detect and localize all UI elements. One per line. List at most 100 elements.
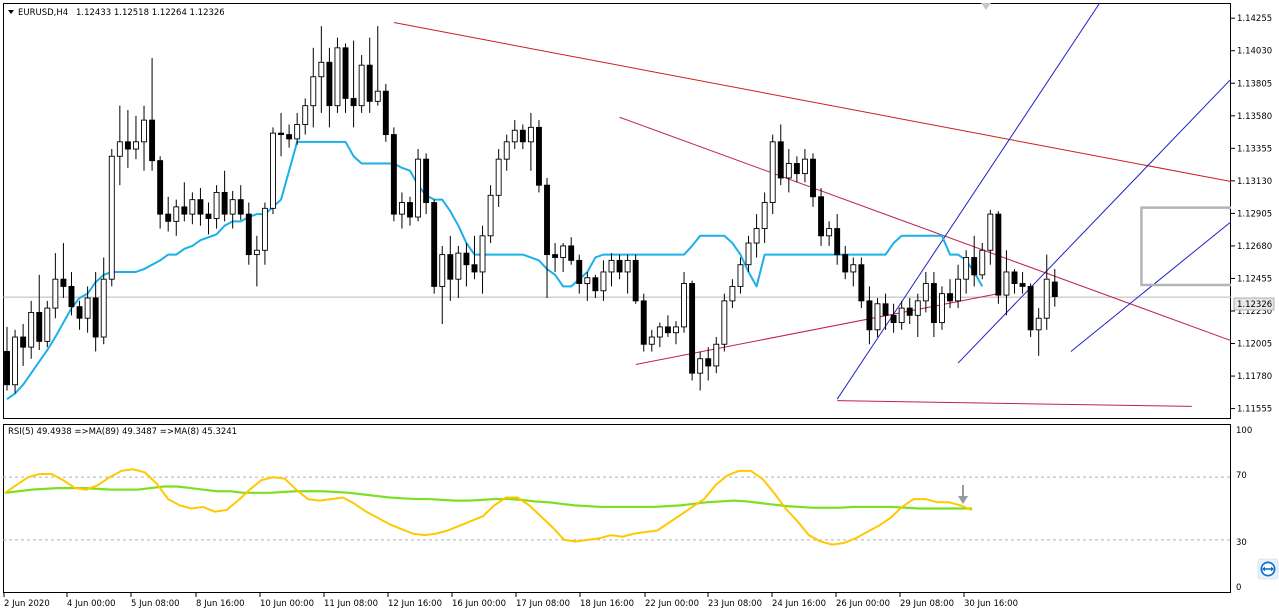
candle-body-bull bbox=[173, 206, 180, 222]
candle-body-bull bbox=[261, 207, 268, 251]
candle bbox=[44, 300, 51, 348]
candle-body-bear bbox=[447, 254, 454, 280]
candle-body-bear bbox=[390, 134, 397, 215]
price-tick-label: 1.12455 bbox=[1237, 274, 1272, 284]
price-tick-label: 1.13580 bbox=[1237, 112, 1272, 122]
candle-body-bear bbox=[777, 141, 784, 179]
candle-body-bull bbox=[745, 242, 752, 266]
chart-symbol: EURUSD,H4 bbox=[18, 8, 68, 18]
candle bbox=[769, 134, 776, 215]
candle-body-bear bbox=[1019, 283, 1026, 287]
candle-body-bear bbox=[930, 283, 937, 324]
candle-body-bull bbox=[801, 158, 808, 175]
candle-body-bear bbox=[842, 254, 849, 273]
candle bbox=[995, 211, 1002, 304]
candle-body-bull bbox=[358, 64, 365, 107]
candle-body-bull bbox=[253, 249, 260, 256]
candle-body-bear bbox=[947, 293, 953, 302]
rsi-axis-label: 70 bbox=[1236, 471, 1247, 481]
candle-body-bear bbox=[197, 199, 204, 215]
candle-body-bull bbox=[656, 326, 663, 338]
candle-body-bull bbox=[584, 277, 591, 284]
candle-body-bull bbox=[527, 126, 534, 143]
candle bbox=[689, 280, 696, 381]
candle-body-bear bbox=[995, 213, 1002, 296]
candle-body-bear bbox=[616, 259, 623, 273]
candle bbox=[1027, 283, 1034, 338]
time-tick-label: 24 Jun 16:00 bbox=[772, 599, 826, 609]
candle bbox=[390, 127, 397, 222]
price-tick-label: 1.14030 bbox=[1237, 47, 1272, 57]
candle-body-bear bbox=[632, 259, 639, 302]
candle-body-bull bbox=[415, 158, 422, 218]
candle-body-bull bbox=[963, 257, 970, 280]
candle-body-bull bbox=[624, 259, 631, 273]
time-tick-label: 16 Jun 00:00 bbox=[452, 599, 506, 609]
candle-body-bull bbox=[44, 307, 51, 342]
candle-body-bear bbox=[149, 119, 156, 162]
time-tick-label: 18 Jun 16:00 bbox=[580, 599, 634, 609]
candle bbox=[382, 83, 389, 142]
candle-body-bull bbox=[141, 119, 147, 143]
candle-body-bull bbox=[213, 191, 220, 219]
candle-body-bull bbox=[737, 264, 744, 287]
price-tick-label: 1.11780 bbox=[1237, 372, 1272, 382]
candle-body-bear bbox=[890, 314, 897, 324]
candle-body-bear bbox=[278, 132, 284, 136]
candle-body-bull bbox=[1003, 271, 1010, 296]
price-tick-label: 1.13130 bbox=[1237, 177, 1272, 187]
time-tick-label: 8 Jun 16:00 bbox=[196, 599, 245, 609]
price-tick-label: 1.12905 bbox=[1237, 209, 1272, 219]
current-price-label: 1.12326 bbox=[1237, 300, 1272, 310]
candle-body-bear bbox=[286, 134, 293, 140]
candle bbox=[415, 149, 422, 222]
candle-body-bull bbox=[12, 336, 19, 386]
candle-body-bear bbox=[519, 129, 526, 143]
candle-body-bull bbox=[979, 249, 986, 276]
candle-body-bear bbox=[544, 184, 550, 256]
candle-body-bull bbox=[721, 300, 728, 345]
chart-header[interactable]: EURUSD,H4 1.12433 1.12518 1.12264 1.1232… bbox=[8, 8, 225, 18]
time-tick-label: 2 Jun 2020 bbox=[4, 599, 50, 609]
candle-body-bull bbox=[374, 90, 381, 102]
candle-body-bull bbox=[769, 141, 776, 203]
time-tick-label: 30 Jun 16:00 bbox=[964, 599, 1018, 609]
candle-body-bear bbox=[1027, 285, 1034, 331]
candle-body-bear bbox=[834, 228, 841, 256]
candle-body-bear bbox=[793, 163, 800, 175]
trading-chart[interactable]: EURUSD,H4 1.12433 1.12518 1.12264 1.1232… bbox=[0, 0, 1279, 613]
candle-body-bear bbox=[124, 141, 131, 150]
rsi-axis-label: 30 bbox=[1236, 538, 1247, 548]
candle-body-bear bbox=[664, 326, 671, 334]
candle-body-bear bbox=[818, 196, 825, 237]
candle-body-bear bbox=[60, 278, 67, 287]
candle-body-bull bbox=[826, 228, 833, 237]
time-tick-label: 11 Jun 08:00 bbox=[324, 599, 378, 609]
teamviewer-icon[interactable] bbox=[1257, 558, 1279, 580]
rsi-panel-frame bbox=[3, 424, 1231, 593]
price-tick-label: 1.11555 bbox=[1237, 405, 1272, 415]
candle-body-bear bbox=[463, 252, 470, 266]
candle-body-bull bbox=[270, 132, 276, 209]
candle-body-bull bbox=[560, 245, 567, 258]
price-tick-label: 1.12005 bbox=[1237, 340, 1272, 350]
price-axis: 1.14255 1.14030 1.13805 1.13580 1.13355 1.131… bbox=[1231, 14, 1272, 415]
candle-body-bear bbox=[157, 160, 164, 215]
candle bbox=[536, 120, 542, 193]
candle-body-bull bbox=[310, 76, 317, 107]
candle-body-bear bbox=[640, 300, 647, 345]
price-tick-label: 1.13805 bbox=[1237, 79, 1272, 89]
candle-body-bull bbox=[648, 336, 655, 345]
candle-body-bear bbox=[423, 158, 430, 203]
time-tick-label: 10 Jun 00:00 bbox=[260, 599, 314, 609]
candle-body-bull bbox=[914, 300, 921, 316]
candle-body-bear bbox=[592, 277, 599, 292]
candle-body-bear bbox=[810, 158, 816, 198]
candle bbox=[334, 37, 341, 113]
time-tick-label: 12 Jun 16:00 bbox=[388, 599, 442, 609]
candle-body-bear bbox=[552, 254, 559, 258]
time-axis: 2 Jun 2020 4 Jun 00:00 5 Jun 08:00 8 Jun 16… bbox=[3, 593, 1018, 609]
candle-body-bull bbox=[133, 141, 139, 150]
candle-body-bull bbox=[898, 307, 905, 324]
candle-body-bear bbox=[165, 213, 172, 222]
